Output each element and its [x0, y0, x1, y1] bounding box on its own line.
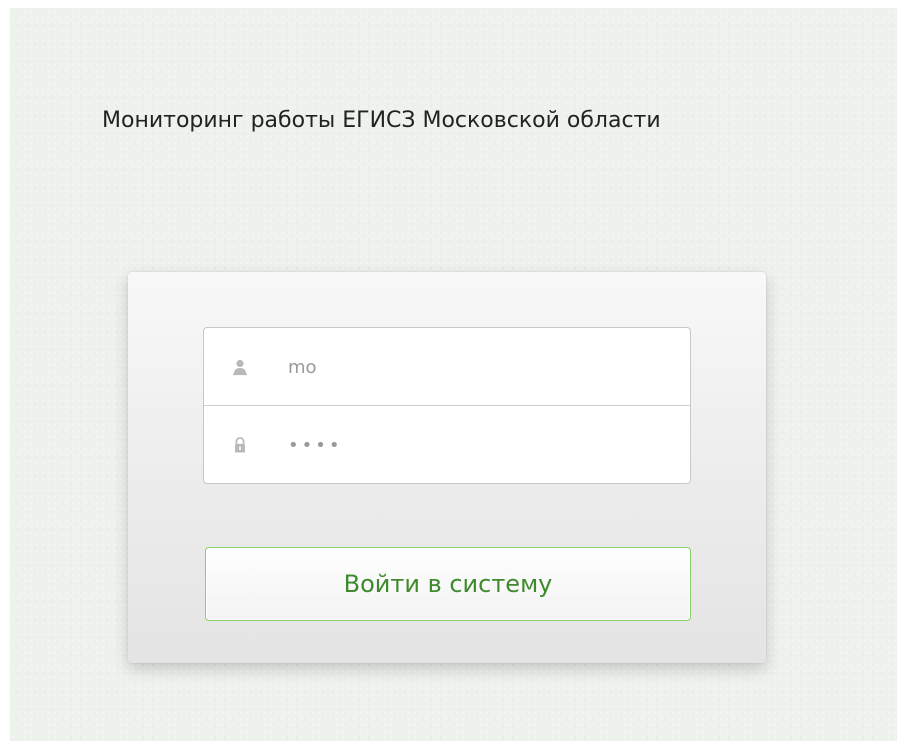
page-title: Мониторинг работы ЕГИСЗ Московской облас…: [102, 108, 661, 133]
login-page: Мониторинг работы ЕГИСЗ Московской облас…: [10, 8, 897, 741]
user-icon: [233, 359, 247, 376]
username-row: [204, 328, 690, 406]
password-row: [204, 406, 690, 483]
credentials-group: [203, 327, 691, 484]
username-input[interactable]: [288, 328, 668, 406]
login-button[interactable]: Войти в систему: [205, 547, 691, 621]
password-input[interactable]: [288, 406, 668, 483]
lock-icon: [235, 437, 245, 453]
login-card: Войти в систему: [128, 272, 766, 663]
